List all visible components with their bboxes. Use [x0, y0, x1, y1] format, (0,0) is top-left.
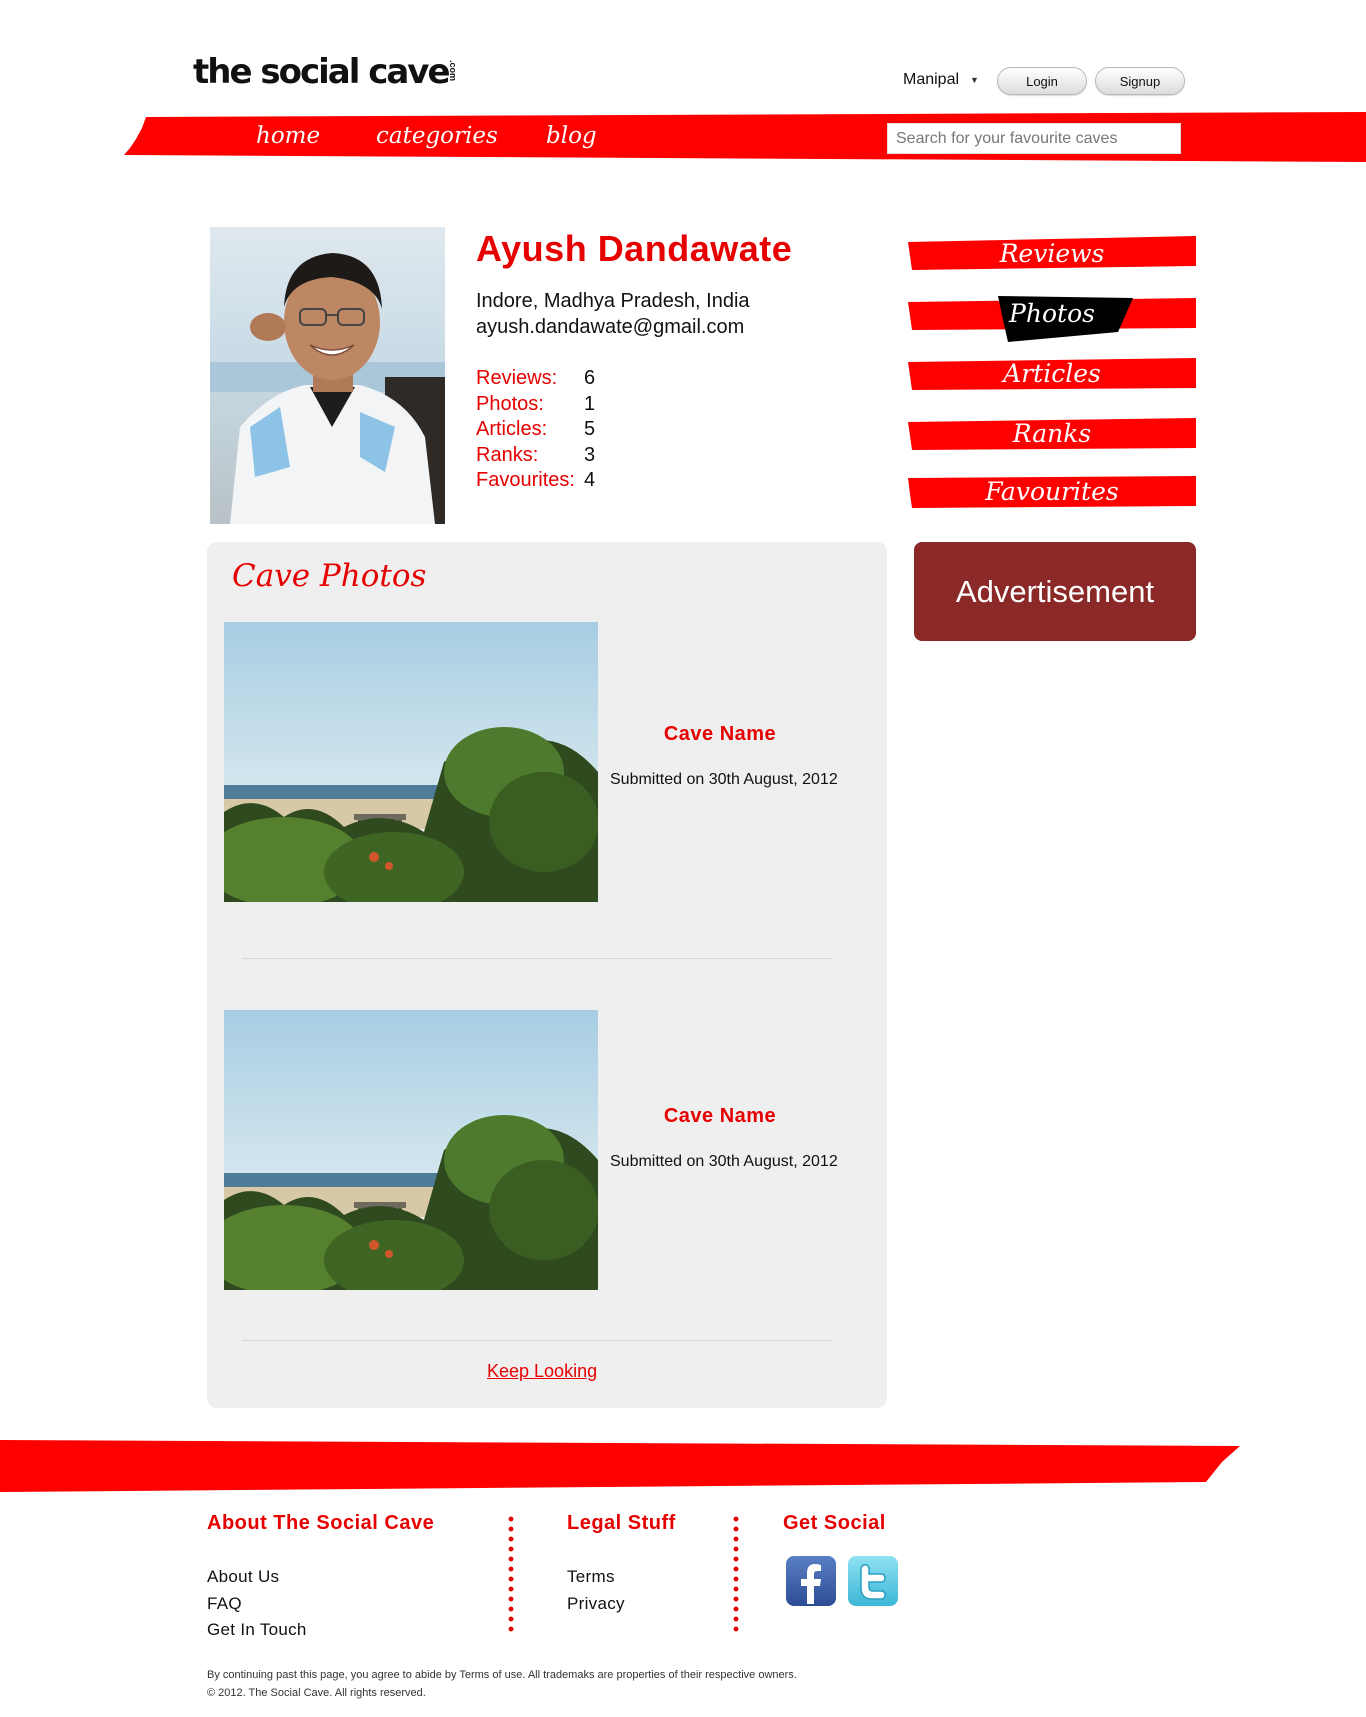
tab-label: Articles [1003, 359, 1101, 388]
footer-divider-dots [508, 1514, 514, 1632]
site-logo[interactable]: the social cave [193, 52, 451, 92]
footer-about-heading: About The Social Cave [207, 1512, 435, 1534]
stat-articles: Articles: 5 [476, 417, 595, 443]
profile-name: Ayush Dandawate [476, 228, 793, 269]
keep-looking-link[interactable]: Keep Looking [487, 1361, 597, 1382]
signup-button[interactable]: Signup [1095, 67, 1185, 95]
cave-name[interactable]: Cave Name [610, 1105, 830, 1128]
footer-legal-heading: Legal Stuff [567, 1512, 676, 1534]
footer-link-about-us[interactable]: About Us [207, 1564, 307, 1591]
submitted-date: Submitted on 30th August, 2012 [610, 771, 838, 788]
stat-photos: Photos: 1 [476, 392, 595, 418]
tab-ranks[interactable]: Ranks [908, 416, 1196, 452]
footer-legal-links: Terms Privacy [567, 1564, 625, 1617]
tab-label: Reviews [999, 239, 1105, 268]
footer-disclaimer: By continuing past this page, you agree … [207, 1666, 797, 1702]
stat-favourites: Favourites: 4 [476, 468, 595, 494]
location-selector[interactable]: Manipal [903, 71, 959, 89]
footer-about-links: About Us FAQ Get In Touch [207, 1564, 307, 1644]
stat-value: 3 [584, 443, 596, 466]
stat-value: 5 [584, 418, 596, 440]
submitted-date: Submitted on 30th August, 2012 [610, 1153, 838, 1170]
footer-divider-dots [733, 1514, 739, 1632]
divider [242, 1340, 832, 1341]
advertisement-box[interactable]: Advertisement [914, 542, 1196, 641]
stat-label: Ranks: [476, 443, 539, 466]
footer-link-get-in-touch[interactable]: Get In Touch [207, 1617, 307, 1644]
site-logo-suffix: .com [448, 60, 458, 82]
nav-home[interactable]: home [256, 123, 320, 149]
cave-photo[interactable] [224, 622, 598, 902]
footer-link-terms[interactable]: Terms [567, 1564, 625, 1591]
profile-email: ayush.dandawate@gmail.com [476, 316, 745, 338]
stat-value: 4 [584, 469, 596, 491]
footer-link-privacy[interactable]: Privacy [567, 1591, 625, 1618]
stat-reviews: Reviews: 6 [476, 366, 595, 392]
divider [242, 958, 832, 959]
cave-name[interactable]: Cave Name [610, 723, 830, 746]
footer-link-faq[interactable]: FAQ [207, 1591, 307, 1618]
tab-label: Ranks [1012, 419, 1092, 448]
avatar [210, 227, 445, 524]
stat-label: Articles: [476, 418, 548, 440]
chevron-down-icon[interactable]: ▼ [970, 75, 979, 85]
stat-label: Photos: [476, 392, 544, 415]
stat-value: 1 [584, 392, 596, 415]
nav-categories[interactable]: categories [376, 123, 498, 149]
footer-brush-stripe [0, 1440, 1240, 1492]
tab-articles[interactable]: Articles [908, 356, 1196, 392]
stat-label: Reviews: [476, 367, 558, 389]
cave-photo[interactable] [224, 1010, 598, 1290]
nav-blog[interactable]: blog [546, 123, 597, 149]
facebook-icon[interactable] [786, 1556, 836, 1606]
footer-social-heading: Get Social [783, 1512, 886, 1534]
profile-location: Indore, Madhya Pradesh, India [476, 290, 750, 312]
disclaimer-copyright: © 2012. The Social Cave. All rights rese… [207, 1687, 426, 1699]
twitter-icon[interactable] [848, 1556, 898, 1606]
tab-favourites[interactable]: Favourites [908, 474, 1196, 510]
tab-label: Favourites [985, 477, 1119, 506]
stat-label: Favourites: [476, 469, 575, 491]
disclaimer-terms: By continuing past this page, you agree … [207, 1669, 797, 1681]
search-input[interactable] [887, 123, 1181, 154]
panel-title: Cave Photos [232, 558, 427, 594]
login-button[interactable]: Login [997, 67, 1087, 95]
tab-label: Photos [1009, 299, 1095, 328]
tab-photos[interactable]: Photos [908, 296, 1196, 342]
tab-reviews[interactable]: Reviews [908, 236, 1196, 272]
profile-stats: Reviews: 6 Photos: 1 Articles: 5 Ranks: … [476, 366, 595, 494]
stat-value: 6 [584, 367, 596, 389]
stat-ranks: Ranks: 3 [476, 443, 595, 469]
